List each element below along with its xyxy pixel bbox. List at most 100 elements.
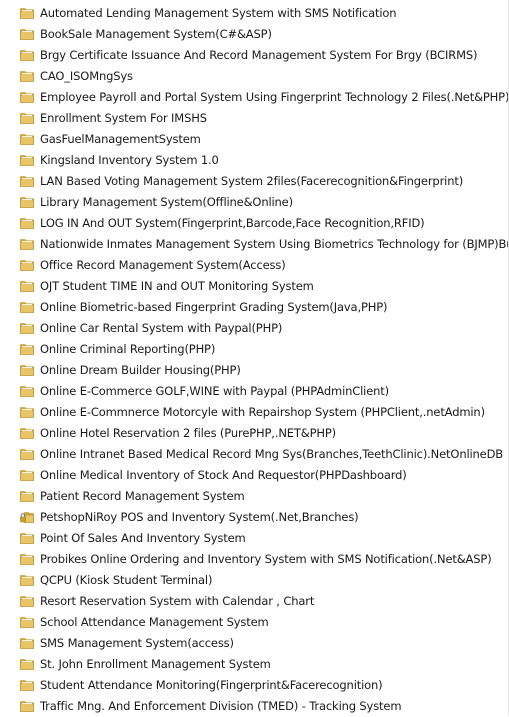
folder-name: PetshopNiRoy POS and Inventory System(.N… [40,510,359,524]
folder-name: Library Management System(Offline&Online… [40,195,293,209]
folder-name: Online E-Commnerce Motorcyle with Repair… [40,405,485,419]
folder-item[interactable]: Resort Reservation System with Calendar … [0,591,509,612]
folder-item[interactable]: Online Car Rental System with Paypal(PHP… [0,318,509,339]
folder-icon [20,280,34,292]
folder-item[interactable]: St. John Enrollment Management System [0,654,509,675]
folder-name: BookSale Management System(C#&ASP) [40,27,272,41]
folder-item[interactable]: Employee Payroll and Portal System Using… [0,87,509,108]
folder-item[interactable]: Online Medical Inventory of Stock And Re… [0,465,509,486]
folder-name: QCPU (Kiosk Student Terminal) [40,573,213,587]
folder-name: LOG IN And OUT System(Fingerprint,Barcod… [40,216,425,230]
folder-icon [20,70,34,82]
folder-name: Online Criminal Reporting(PHP) [40,342,216,356]
folder-item[interactable]: QCPU (Kiosk Student Terminal) [0,570,509,591]
folder-icon [20,175,34,187]
folder-item[interactable]: LOG IN And OUT System(Fingerprint,Barcod… [0,213,509,234]
folder-icon [20,7,34,19]
folder-item[interactable]: Kingsland Inventory System 1.0 [0,150,509,171]
folder-name: Online Medical Inventory of Stock And Re… [40,468,407,482]
folder-name: Employee Payroll and Portal System Using… [40,90,509,104]
folder-item[interactable]: Online Biometric-based Fingerprint Gradi… [0,297,509,318]
folder-name: Probikes Online Ordering and Inventory S… [40,552,492,566]
folder-name: Office Record Management System(Access) [40,258,286,272]
folder-icon [20,553,34,565]
folder-name: Student Attendance Monitoring(Fingerprin… [40,678,383,692]
folder-name: Online Hotel Reservation 2 files (PurePH… [40,426,336,440]
folder-icon [20,427,34,439]
folder-name: School Attendance Management System [40,615,269,629]
folder-name: Patient Record Management System [40,489,245,503]
folder-item[interactable]: Online E-Commerce GOLF,WINE with Paypal … [0,381,509,402]
folder-icon [20,532,34,544]
folder-item[interactable]: SMS Management System(access) [0,633,509,654]
folder-name: Online Biometric-based Fingerprint Gradi… [40,300,388,314]
folder-name: LAN Based Voting Management System 2file… [40,174,464,188]
folder-item[interactable]: Online Dream Builder Housing(PHP) [0,360,509,381]
folder-list: Automated Lending Management System with… [0,3,509,717]
folder-name: Brgy Certificate Issuance And Record Man… [40,48,478,62]
folder-name: Resort Reservation System with Calendar … [40,594,315,608]
folder-name: Enrollment System For IMSHS [40,111,207,125]
folder-name: SMS Management System(access) [40,636,234,650]
folder-item[interactable]: Online Criminal Reporting(PHP) [0,339,509,360]
folder-icon [20,469,34,481]
folder-icon [20,196,34,208]
folder-icon [20,91,34,103]
folder-icon [20,343,34,355]
folder-icon [20,238,34,250]
folder-icon [20,700,34,712]
folder-icon [20,385,34,397]
folder-item[interactable]: Student Attendance Monitoring(Fingerprin… [0,675,509,696]
folder-icon [20,637,34,649]
folder-name: Online E-Commerce GOLF,WINE with Paypal … [40,384,389,398]
folder-name: GasFuelManagementSystem [40,132,201,146]
folder-icon [20,658,34,670]
folder-name: Traffic Mng. And Enforcement Division (T… [40,699,402,713]
folder-item[interactable]: Automated Lending Management System with… [0,3,509,24]
folder-icon [20,217,34,229]
folder-item[interactable]: Patient Record Management System [0,486,509,507]
folder-item[interactable]: Office Record Management System(Access) [0,255,509,276]
folder-icon [20,259,34,271]
folder-item[interactable]: Probikes Online Ordering and Inventory S… [0,549,509,570]
folder-item[interactable]: Online Intranet Based Medical Record Mng… [0,444,509,465]
folder-item[interactable]: Point Of Sales And Inventory System [0,528,509,549]
folder-item[interactable]: Library Management System(Offline&Online… [0,192,509,213]
folder-name: Kingsland Inventory System 1.0 [40,153,219,167]
folder-item[interactable]: Traffic Mng. And Enforcement Division (T… [0,696,509,717]
folder-icon [20,595,34,607]
folder-name: OJT Student TIME IN and OUT Monitoring S… [40,279,314,293]
folder-item[interactable]: Nationwide Inmates Management System Usi… [0,234,509,255]
folder-item[interactable]: GasFuelManagementSystem [0,129,509,150]
folder-name: Online Dream Builder Housing(PHP) [40,363,241,377]
folder-item[interactable]: Brgy Certificate Issuance And Record Man… [0,45,509,66]
folder-icon [20,490,34,502]
folder-item[interactable]: OJT Student TIME IN and OUT Monitoring S… [0,276,509,297]
folder-name: CAO_ISOMngSys [40,69,133,83]
folder-item[interactable]: BookSale Management System(C#&ASP) [0,24,509,45]
locked-folder-icon [20,511,34,523]
folder-item[interactable]: Enrollment System For IMSHS [0,108,509,129]
folder-name: St. John Enrollment Management System [40,657,271,671]
folder-name: Online Car Rental System with Paypal(PHP… [40,321,283,335]
folder-icon [20,112,34,124]
folder-item[interactable]: Online Hotel Reservation 2 files (PurePH… [0,423,509,444]
folder-item[interactable]: School Attendance Management System [0,612,509,633]
folder-icon [20,448,34,460]
folder-icon [20,679,34,691]
folder-icon [20,154,34,166]
folder-icon [20,301,34,313]
folder-item[interactable]: PetshopNiRoy POS and Inventory System(.N… [0,507,509,528]
folder-icon [20,28,34,40]
folder-name: Point Of Sales And Inventory System [40,531,246,545]
folder-icon [20,49,34,61]
folder-item[interactable]: CAO_ISOMngSys [0,66,509,87]
folder-item[interactable]: Online E-Commnerce Motorcyle with Repair… [0,402,509,423]
folder-name: Online Intranet Based Medical Record Mng… [40,447,504,461]
folder-icon [20,322,34,334]
folder-icon [20,133,34,145]
folder-icon [20,616,34,628]
folder-item[interactable]: LAN Based Voting Management System 2file… [0,171,509,192]
folder-icon [20,574,34,586]
folder-icon [20,406,34,418]
